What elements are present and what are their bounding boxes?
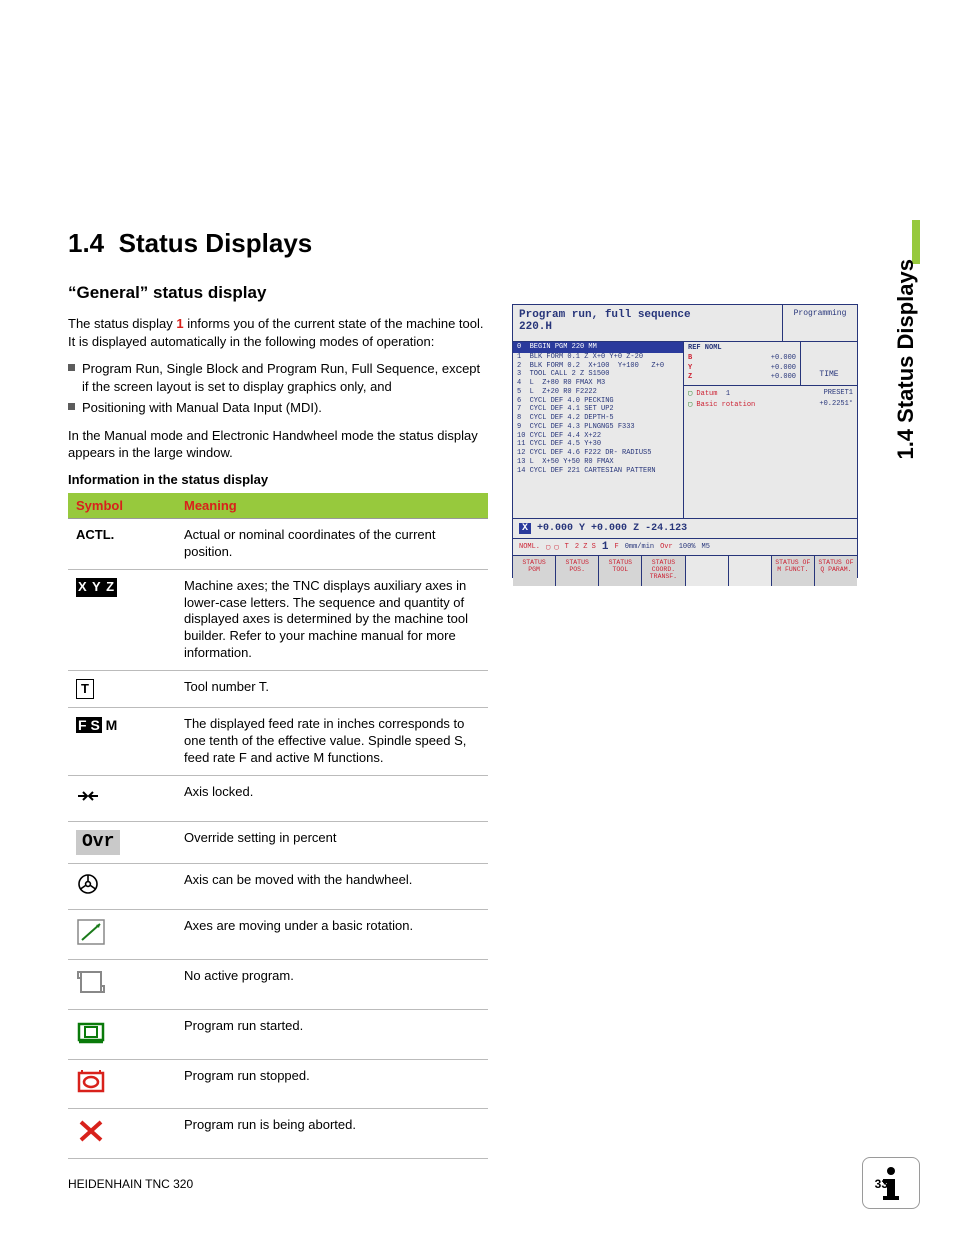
meaning-cell: Program run started.	[176, 1009, 488, 1059]
status-screenshot: Program run, full sequence 220.H Program…	[512, 304, 858, 578]
table-row: Program run started.	[68, 1009, 488, 1059]
program-header: 0 BEGIN PGM 220 MM	[513, 342, 683, 353]
program-started-icon	[76, 1018, 106, 1046]
table-row: Axis locked.	[68, 775, 488, 821]
subsection-heading: “General” status display	[68, 283, 488, 303]
table-row: F S M The displayed feed rate in inches …	[68, 708, 488, 776]
datum-panel: ▢ Datum 1PRESET1 ▢ Basic rotation+0.2251…	[684, 385, 857, 414]
meaning-cell: No active program.	[176, 959, 488, 1009]
screen-file: 220.H	[519, 321, 776, 333]
section-title: Status Displays	[119, 228, 313, 258]
symbol-fsm: F S M	[76, 717, 117, 733]
info-icon	[862, 1157, 920, 1209]
table-row: No active program.	[68, 959, 488, 1009]
screen-mode: Programming	[782, 305, 857, 341]
meaning-cell: Override setting in percent	[176, 821, 488, 863]
list-item: Program Run, Single Block and Program Ru…	[68, 360, 488, 395]
softkey[interactable]: STATUSPGM	[513, 556, 556, 586]
section-number: 1.4	[68, 228, 104, 258]
meaning-cell: Actual or nominal coordinates of the cur…	[176, 518, 488, 569]
table-row: X Y Z Machine axes; the TNC displays aux…	[68, 569, 488, 670]
softkey[interactable]: STATUSCOORD.TRANSF.	[642, 556, 685, 586]
softkey: .	[729, 556, 772, 586]
symbol-ovr: Ovr	[76, 830, 120, 855]
basic-rotation-icon	[76, 918, 106, 946]
softkey-bar: STATUSPGM STATUSPOS. STATUSTOOL STATUSCO…	[513, 555, 857, 586]
status-table: Symbol Meaning ACTL. Actual or nominal c…	[68, 493, 488, 1160]
meaning-cell: Tool number T.	[176, 671, 488, 708]
th-meaning: Meaning	[176, 493, 488, 519]
program-stopped-icon	[76, 1068, 106, 1096]
program-list: 0 BEGIN PGM 220 MM 1 BLK FORM 0.1 Z X+0 …	[513, 342, 684, 518]
meaning-cell: Program run is being aborted.	[176, 1109, 488, 1159]
table-row: ACTL. Actual or nominal coordinates of t…	[68, 518, 488, 569]
th-symbol: Symbol	[68, 493, 176, 519]
manual-note: In the Manual mode and Electronic Handwh…	[68, 427, 488, 462]
softkey[interactable]: STATUSTOOL	[599, 556, 642, 586]
screen-title: Program run, full sequence	[519, 309, 776, 321]
table-row: T Tool number T.	[68, 671, 488, 708]
page-footer: HEIDENHAIN TNC 320 33	[68, 1177, 888, 1191]
meaning-cell: Axes are moving under a basic rotation.	[176, 909, 488, 959]
time-panel: TIME	[800, 342, 857, 385]
meaning-cell: Machine axes; the TNC displays auxiliary…	[176, 569, 488, 670]
table-row: Axes are moving under a basic rotation.	[68, 909, 488, 959]
list-item: Positioning with Manual Data Input (MDI)…	[68, 399, 488, 417]
table-row: Program run stopped.	[68, 1059, 488, 1109]
table-row: Program run is being aborted.	[68, 1109, 488, 1159]
coordinate-bar: X+0.000 Y+0.000 Z-24.123	[513, 518, 857, 538]
softkey: .	[686, 556, 729, 586]
section-heading: 1.4 Status Displays	[68, 228, 888, 259]
no-program-icon	[76, 968, 106, 996]
ref-number: 1	[176, 316, 183, 331]
mode-list: Program Run, Single Block and Program Ru…	[68, 360, 488, 417]
meaning-cell: Program run stopped.	[176, 1059, 488, 1109]
symbol-actl: ACTL.	[76, 527, 114, 542]
side-tab-label: 1.4 Status Displays	[893, 259, 919, 479]
softkey[interactable]: STATUSPOS.	[556, 556, 599, 586]
ref-noml-panel: REF NOML B+0.000 Y+0.000 Z+0.000	[684, 342, 800, 385]
meaning-cell: The displayed feed rate in inches corres…	[176, 708, 488, 776]
program-aborted-icon	[76, 1117, 106, 1145]
status-line: NOML. ▢ ▢ T 2 Z S 1 F 0mm/min Ovr 100% M…	[513, 538, 857, 555]
intro-paragraph: The status display 1 informs you of the …	[68, 315, 488, 350]
symbol-t: T	[76, 679, 94, 699]
side-tab-accent	[912, 220, 920, 264]
symbol-xyz: X Y Z	[76, 578, 117, 597]
table-row: Ovr Override setting in percent	[68, 821, 488, 863]
footer-product: HEIDENHAIN TNC 320	[68, 1177, 193, 1191]
table-row: Axis can be moved with the handwheel.	[68, 864, 488, 910]
axis-locked-icon	[76, 784, 100, 808]
meaning-cell: Axis locked.	[176, 775, 488, 821]
table-caption: Information in the status display	[68, 472, 488, 487]
handwheel-icon	[76, 872, 100, 896]
side-tab: 1.4 Status Displays	[888, 220, 920, 470]
softkey[interactable]: STATUS OFM FUNCT.	[772, 556, 815, 586]
meaning-cell: Axis can be moved with the handwheel.	[176, 864, 488, 910]
softkey[interactable]: STATUS OFQ PARAM.	[815, 556, 857, 586]
